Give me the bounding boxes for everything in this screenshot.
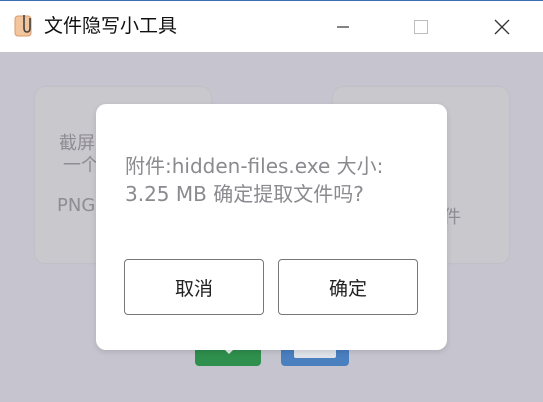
close-button[interactable]: [477, 1, 527, 53]
card-left-text-1: 截屏: [59, 133, 95, 154]
minimize-icon: [337, 26, 349, 28]
window-title: 文件隐写小工具: [44, 15, 178, 37]
extract-confirm-dialog: 附件:hidden-files.exe 大小: 3.25 MB 确定提取文件吗?…: [96, 104, 447, 350]
close-icon: [494, 19, 510, 35]
title-bar: 文件隐写小工具: [0, 0, 543, 52]
card-left-text-3: PNG: [57, 195, 96, 216]
app-clip-icon: [14, 15, 32, 37]
dialog-message: 附件:hidden-files.exe 大小: 3.25 MB 确定提取文件吗?: [125, 154, 384, 206]
card-left-text-2: 一个: [63, 155, 99, 176]
maximize-button[interactable]: [396, 1, 446, 53]
maximize-icon: [414, 20, 428, 34]
minimize-button[interactable]: [318, 1, 368, 53]
confirm-button[interactable]: 确定: [278, 259, 418, 315]
cancel-button[interactable]: 取消: [124, 259, 264, 315]
